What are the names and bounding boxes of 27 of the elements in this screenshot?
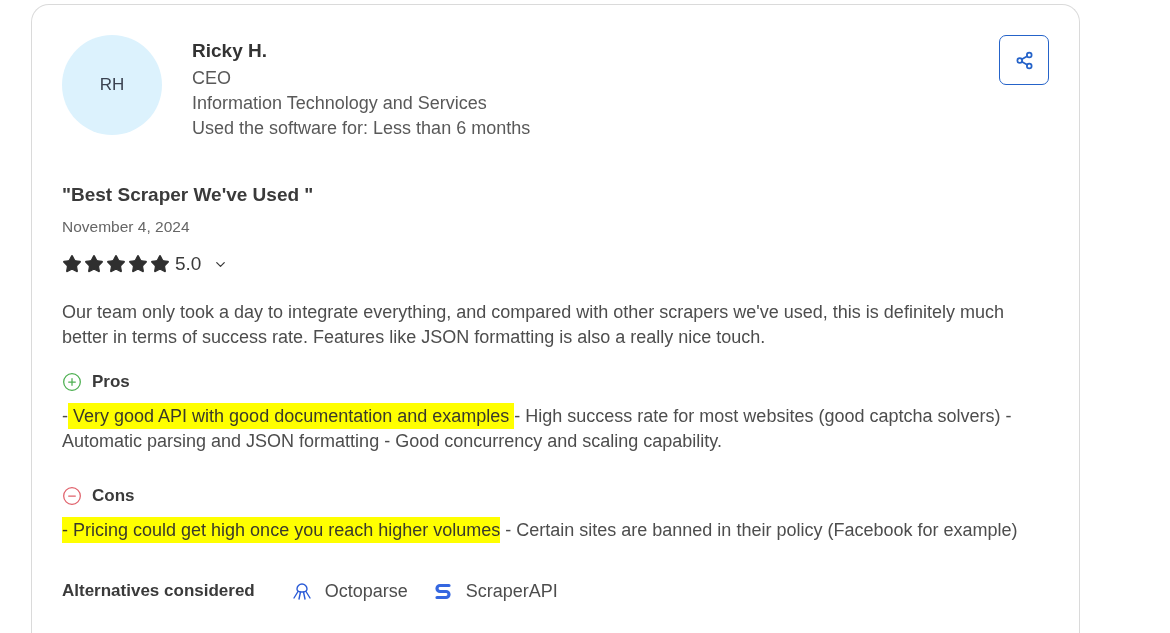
star-icon [62, 254, 82, 274]
octopus-logo-icon [290, 581, 313, 601]
star-icon [128, 254, 148, 274]
share-button[interactable] [999, 35, 1049, 85]
rating-value: 5.0 [175, 252, 202, 276]
section-heading: Pros [92, 371, 130, 393]
review-text: Our team only took a day to integrate everything, and compared with other scrapers we've used, this is definitely much better in terms of success rate. Features like JSON formatting is also a really nice touch. [62, 301, 1005, 349]
section-heading: Cons [92, 485, 135, 507]
review-date: November 4, 2024 [62, 217, 190, 237]
usage-duration: Used the software for: Less than 6 months [192, 117, 531, 140]
alternatives-label: Alternatives considered [62, 580, 255, 602]
section-text: - Very good API with good documentation and examples - High success rate for most websites (good captcha solvers) - Automatic parsing and JSON formatting - Good concurrency and scaling capability. [62, 404, 1049, 454]
avatar: RH [62, 35, 162, 135]
section-text: - Pricing could get high once you reach higher volumes - Certain sites are banned in their policy (Facebook for example) [62, 518, 1049, 543]
star-icon [106, 254, 126, 274]
star-icon [150, 254, 170, 274]
alternative-name[interactable]: ScraperAPI [465, 579, 558, 603]
plus-circle-icon [62, 372, 82, 392]
review-title: "Best Scraper We've Used " [62, 183, 314, 207]
minus-circle-icon [62, 486, 82, 506]
reviewer-role: CEO [192, 67, 231, 90]
reviewer-industry: Information Technology and Services [192, 92, 487, 115]
star-icon [84, 254, 104, 274]
s-logo-icon [433, 582, 452, 600]
share-icon [1014, 50, 1034, 70]
reviewer-name: Ricky H. [192, 39, 267, 63]
alternative-name[interactable]: Octoparse [324, 579, 408, 603]
